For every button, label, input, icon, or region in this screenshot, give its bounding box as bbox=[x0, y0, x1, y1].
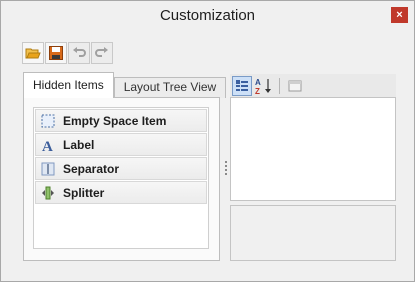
hidden-items-panel: Empty Space Item A Label Separator Split… bbox=[23, 97, 220, 261]
list-item-label: Splitter bbox=[63, 185, 105, 200]
property-pages-button[interactable] bbox=[285, 76, 305, 96]
empty-space-icon bbox=[40, 113, 56, 129]
sort-z-glyph: Z bbox=[255, 87, 260, 95]
tab-hidden-items[interactable]: Hidden Items bbox=[23, 72, 114, 98]
list-item-label: Separator bbox=[63, 161, 120, 176]
list-item-empty-space[interactable]: Empty Space Item bbox=[35, 109, 207, 132]
list-item-splitter[interactable]: Splitter bbox=[35, 181, 207, 204]
list-item-label: Label bbox=[63, 137, 95, 152]
close-icon: × bbox=[396, 9, 403, 21]
customization-window: Customization × Hidden Items Layout Tree… bbox=[0, 0, 415, 282]
list-item-label: Empty Space Item bbox=[63, 113, 167, 128]
separator-icon bbox=[40, 161, 56, 177]
label-a-icon: A bbox=[40, 137, 56, 153]
property-grid-toolbar: A Z bbox=[230, 74, 396, 97]
open-button[interactable] bbox=[22, 42, 44, 64]
main-toolbar bbox=[22, 42, 113, 64]
tab-layout-tree-view[interactable]: Layout Tree View bbox=[113, 77, 227, 98]
undo-icon bbox=[73, 47, 86, 57]
undo-button[interactable] bbox=[68, 42, 90, 64]
close-button[interactable]: × bbox=[391, 7, 408, 23]
folder-open-icon bbox=[25, 48, 41, 59]
toolbar-separator bbox=[279, 77, 280, 94]
list-item-label-item[interactable]: A Label bbox=[35, 133, 207, 156]
svg-text:A: A bbox=[42, 139, 53, 152]
alphabetical-button[interactable]: A Z bbox=[254, 76, 274, 96]
splitter-icon bbox=[40, 185, 56, 201]
hidden-items-list: Empty Space Item A Label Separator Split… bbox=[33, 107, 209, 249]
list-item-separator[interactable]: Separator bbox=[35, 157, 207, 180]
categorized-button[interactable] bbox=[232, 75, 252, 96]
property-grid[interactable] bbox=[230, 97, 396, 201]
title-bar: Customization × bbox=[1, 1, 414, 31]
window-title: Customization bbox=[159, 7, 256, 24]
sort-a-glyph: A bbox=[255, 78, 261, 87]
property-description-panel bbox=[230, 205, 396, 261]
save-icon bbox=[49, 46, 63, 60]
property-pages-icon bbox=[288, 80, 302, 91]
save-button[interactable] bbox=[45, 42, 67, 64]
redo-button[interactable] bbox=[91, 42, 113, 64]
categorized-icon bbox=[236, 79, 248, 91]
panel-splitter-grip[interactable] bbox=[225, 161, 228, 175]
tab-strip: Hidden Items Layout Tree View bbox=[23, 72, 227, 98]
redo-icon bbox=[95, 47, 108, 57]
sort-az-icon: A Z bbox=[255, 78, 271, 95]
